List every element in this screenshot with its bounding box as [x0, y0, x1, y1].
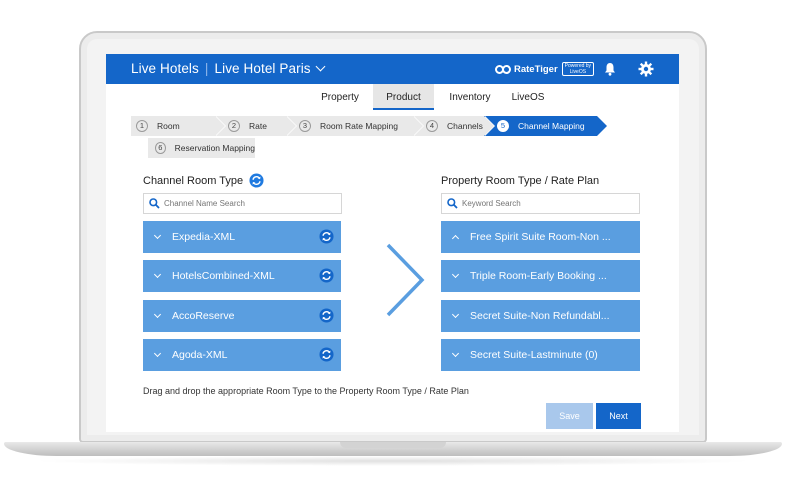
- chevron-down-icon[interactable]: [153, 310, 162, 318]
- step-number: 4: [426, 120, 438, 132]
- chevron-down-icon[interactable]: [451, 270, 460, 278]
- step-number: 2: [228, 120, 240, 132]
- channel-search-input[interactable]: [164, 199, 324, 208]
- refresh-icon[interactable]: [319, 347, 334, 362]
- hotel-selector[interactable]: Live Hotels | Live Hotel Paris: [131, 61, 326, 76]
- step-wizard: 1 Room 2 Rate 3 Room Rate Mapping 4 Channels…: [131, 114, 671, 158]
- tab-inventory[interactable]: Inventory: [440, 84, 500, 110]
- save-button[interactable]: Save: [546, 403, 593, 429]
- keyword-search-input[interactable]: [462, 199, 622, 208]
- tab-product[interactable]: Product: [373, 84, 434, 110]
- refresh-icon[interactable]: [319, 308, 334, 323]
- next-button[interactable]: Next: [596, 403, 641, 429]
- step-label: Reservation Mapping: [174, 143, 255, 153]
- step-label: Room: [157, 121, 180, 131]
- bell-icon[interactable]: [604, 62, 616, 76]
- room-rate-label: Free Spirit Suite Room-Non ...: [470, 231, 611, 243]
- drag-drop-hint: Drag and drop the appropriate Room Type …: [143, 386, 469, 396]
- channel-label: AccoReserve: [172, 310, 235, 322]
- step-number: 3: [299, 120, 311, 132]
- channel-item-expedia[interactable]: Expedia-XML: [143, 221, 341, 253]
- room-rate-label: Secret Suite-Lastminute (0): [470, 349, 598, 361]
- room-rate-item[interactable]: Free Spirit Suite Room-Non ...: [441, 221, 640, 253]
- channel-label: Agoda-XML: [172, 349, 228, 361]
- room-rate-item[interactable]: Triple Room-Early Booking ...: [441, 260, 640, 292]
- chevron-up-icon[interactable]: [451, 234, 460, 242]
- powered-by-badge: Powered by LiveOS: [561, 62, 595, 76]
- app-header: Live Hotels | Live Hotel Paris RateTiger P…: [106, 54, 679, 84]
- property-room-type-title: Property Room Type / Rate Plan: [441, 175, 600, 187]
- chevron-down-icon[interactable]: [451, 310, 460, 318]
- title-separator: |: [204, 61, 209, 76]
- chevron-right-icon: [386, 243, 425, 317]
- step-room-rate-mapping[interactable]: 3 Room Rate Mapping: [286, 116, 424, 136]
- brand-name: RateTiger: [514, 63, 558, 75]
- step-label: Room Rate Mapping: [320, 121, 398, 131]
- infinity-icon: [495, 64, 511, 74]
- ratetiger-logo: RateTiger Powered by LiveOS: [495, 62, 595, 76]
- channel-label: HotelsCombined-XML: [172, 270, 275, 282]
- app-screen: Live Hotels | Live Hotel Paris RateTiger P…: [106, 54, 679, 432]
- powered-product: LiveOS: [569, 69, 587, 75]
- step-number: 1: [136, 120, 148, 132]
- chevron-down-icon[interactable]: [153, 349, 162, 357]
- room-rate-label: Secret Suite-Non Refundabl...: [470, 310, 610, 322]
- channel-item-accoreserve[interactable]: AccoReserve: [143, 300, 341, 332]
- room-rate-item[interactable]: Secret Suite-Lastminute (0): [441, 339, 640, 371]
- laptop-notch: [340, 442, 446, 448]
- channel-name-search[interactable]: [143, 193, 342, 214]
- search-icon: [149, 198, 160, 209]
- group-name: Live Hotels: [131, 61, 199, 76]
- refresh-icon[interactable]: [319, 229, 334, 244]
- chevron-down-icon[interactable]: [451, 349, 460, 357]
- channel-label: Expedia-XML: [172, 231, 236, 243]
- refresh-icon[interactable]: [249, 173, 264, 188]
- search-icon: [447, 198, 458, 209]
- laptop-shadow: [30, 456, 756, 466]
- room-rate-item[interactable]: Secret Suite-Non Refundabl...: [441, 300, 640, 332]
- step-channel-mapping[interactable]: 5 Channel Mapping: [484, 116, 608, 136]
- tab-liveos[interactable]: LiveOS: [503, 84, 553, 110]
- step-label: Channels: [447, 121, 483, 131]
- step-room[interactable]: 1 Room: [131, 116, 226, 136]
- step-number: 5: [497, 120, 509, 132]
- chevron-down-icon[interactable]: [153, 231, 162, 239]
- channel-room-type-title: Channel Room Type: [143, 175, 244, 187]
- top-nav: Property Product Inventory LiveOS: [106, 84, 679, 110]
- tab-property[interactable]: Property: [310, 84, 370, 110]
- chevron-down-icon[interactable]: [153, 270, 162, 278]
- refresh-icon[interactable]: [319, 268, 334, 283]
- channel-item-agoda[interactable]: Agoda-XML: [143, 339, 341, 371]
- keyword-search[interactable]: [441, 193, 640, 214]
- step-reservation-mapping[interactable]: 6 Reservation Mapping: [148, 138, 255, 158]
- room-rate-label: Triple Room-Early Booking ...: [470, 270, 607, 282]
- gear-icon[interactable]: [638, 61, 654, 77]
- channel-item-hotelscombined[interactable]: HotelsCombined-XML: [143, 260, 341, 292]
- step-label: Rate: [249, 121, 267, 131]
- step-number: 6: [155, 142, 166, 154]
- chevron-down-icon: [315, 61, 326, 72]
- step-label: Channel Mapping: [518, 121, 585, 131]
- hotel-name: Live Hotel Paris: [214, 61, 311, 76]
